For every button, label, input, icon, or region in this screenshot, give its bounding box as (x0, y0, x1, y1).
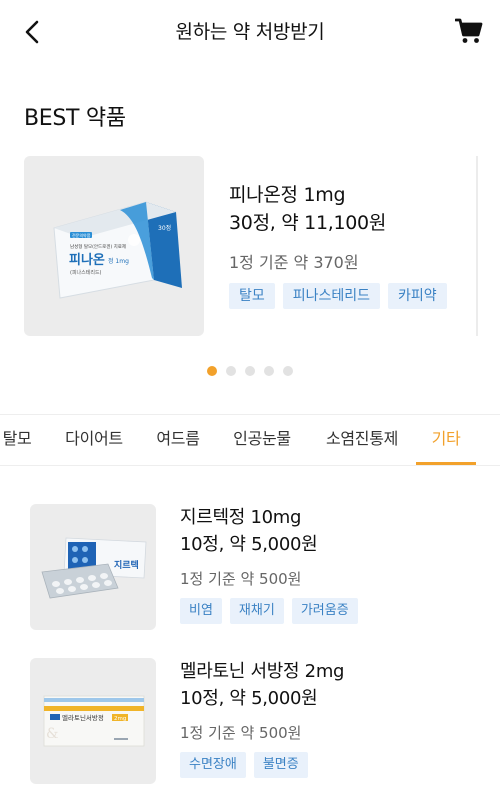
tag[interactable]: 카피약 (388, 283, 447, 309)
svg-text:지르텍: 지르텍 (114, 559, 139, 571)
svg-text:&: & (46, 726, 58, 742)
product-price: 10정, 약 5,000원 (180, 534, 318, 555)
tag[interactable]: 가려움증 (291, 598, 358, 624)
carousel-dot[interactable] (264, 366, 274, 376)
next-card-peek (476, 156, 478, 336)
unit-price: 1정 기준 약 500원 (180, 570, 302, 588)
tab-painkillers[interactable]: 소염진통제 (320, 415, 404, 465)
svg-text:전문의약품: 전문의약품 (72, 232, 91, 238)
active-tab-indicator (416, 462, 476, 465)
cart-button[interactable] (452, 14, 486, 48)
page-title: 원하는 약 처방받기 (175, 21, 325, 43)
best-section-title: BEST 약품 (24, 106, 126, 131)
svg-text:피나온: 피나온 (69, 252, 105, 268)
product-list-item[interactable]: 멜라토닌서방정 2mg & 멜라토닌 서방정 2mg 10정, 약 5,000원… (30, 658, 470, 784)
tag[interactable]: 불면증 (253, 752, 308, 778)
tab-other[interactable]: 기타 (416, 415, 476, 465)
tag[interactable]: 수면장애 (180, 752, 246, 778)
tab-hair-loss[interactable]: 탈모 (0, 415, 34, 465)
best-product-info: 피나온정 1mg 30정, 약 11,100원 1정 기준 약 370원 탈모 … (229, 182, 479, 309)
svg-text:멜라토닌서방정: 멜라토닌서방정 (62, 713, 104, 722)
product-name: 피나온정 1mg (229, 184, 346, 206)
product-image: 멜라토닌서방정 2mg & (30, 658, 156, 784)
product-info: 지르텍정 10mg 10정, 약 5,000원 1정 기준 약 500원 비염 … (180, 504, 470, 624)
tag-list: 수면장애 불면증 (180, 752, 470, 778)
tab-acne[interactable]: 여드름 (152, 415, 204, 465)
carousel-dot[interactable] (226, 366, 236, 376)
product-info: 멜라토닌 서방정 2mg 10정, 약 5,000원 1정 기준 약 500원 … (180, 658, 470, 778)
product-image: 전문의약품 남성형 탈모(안드로겐) 치료제 피나온 정 1mg (피나스테리드… (24, 156, 204, 336)
best-product-card[interactable]: 전문의약품 남성형 탈모(안드로겐) 치료제 피나온 정 1mg (피나스테리드… (24, 156, 476, 336)
app-header: 원하는 약 처방받기 (0, 0, 500, 64)
tag[interactable]: 탈모 (229, 283, 275, 309)
tag[interactable]: 비염 (180, 598, 222, 624)
tag-list: 비염 재채기 가려움증 (180, 598, 470, 624)
product-price: 30정, 약 11,100원 (229, 212, 387, 234)
tag[interactable]: 피나스테리드 (282, 283, 381, 309)
carousel-pagination (0, 366, 500, 376)
unit-price: 1정 기준 약 500원 (180, 724, 302, 742)
carousel-dot[interactable] (207, 366, 217, 376)
tag-list: 탈모 피나스테리드 카피약 (229, 283, 479, 309)
product-name: 지르텍정 10mg (180, 507, 302, 528)
svg-text:30정: 30정 (158, 225, 171, 232)
product-price: 10정, 약 5,000원 (180, 688, 318, 709)
category-tabs: 탈모 다이어트 여드름 인공눈물 소염진통제 기타 (0, 414, 500, 466)
unit-price: 1정 기준 약 370원 (229, 253, 359, 272)
product-list-item[interactable]: 지르텍 지르텍정 10mg 10정, 약 5,000원 1정 기준 약 500원… (30, 504, 470, 630)
svg-text:2mg: 2mg (114, 716, 126, 722)
tab-artificial-tears[interactable]: 인공눈물 (228, 415, 296, 465)
svg-text:(피나스테리드): (피나스테리드) (70, 269, 102, 276)
svg-text:정 1mg: 정 1mg (108, 258, 129, 265)
product-image: 지르텍 (30, 504, 156, 630)
carousel-dot[interactable] (283, 366, 293, 376)
tag[interactable]: 재채기 (229, 598, 284, 624)
product-name: 멜라토닌 서방정 2mg (180, 661, 345, 682)
svg-text:남성형 탈모(안드로겐) 치료제: 남성형 탈모(안드로겐) 치료제 (70, 243, 126, 250)
tab-diet[interactable]: 다이어트 (60, 415, 128, 465)
carousel-dot[interactable] (245, 366, 255, 376)
cart-icon (455, 18, 483, 43)
